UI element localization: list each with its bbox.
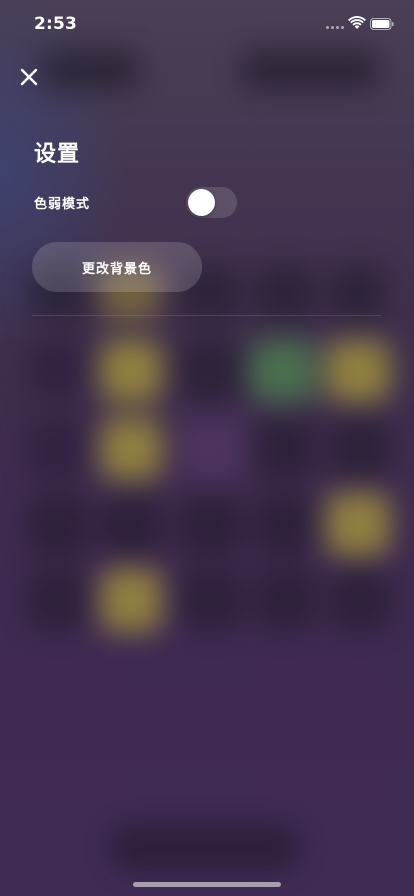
status-bar: 2:53 [0, 0, 414, 48]
blurred-tile [326, 340, 390, 402]
blurred-tile [255, 495, 315, 555]
blurred-header-block [40, 50, 140, 90]
blurred-tile [250, 340, 316, 402]
settings-screen: 2:53 设置 色弱模式 更改背景色 [0, 0, 414, 896]
change-background-label: 更改背景色 [81, 261, 152, 277]
blurred-tile [100, 568, 162, 632]
blurred-tile [100, 495, 162, 555]
home-indicator [133, 882, 281, 887]
cellular-signal-icon [326, 26, 346, 31]
color-weak-mode-toggle[interactable] [186, 187, 237, 218]
battery-icon [370, 18, 394, 30]
blurred-tile [28, 340, 88, 400]
page-title: 设置 [34, 142, 81, 167]
blurred-tile [180, 418, 242, 480]
blurred-tile [255, 265, 315, 320]
close-button[interactable] [16, 64, 42, 90]
blurred-tile [28, 495, 88, 555]
blurred-tile [100, 340, 162, 402]
blurred-tile [330, 570, 390, 630]
toggle-knob [188, 189, 215, 216]
blurred-tile [180, 570, 242, 630]
wifi-icon [348, 16, 366, 29]
blurred-tile [100, 418, 162, 480]
blurred-tile [28, 418, 88, 478]
status-time: 2:53 [34, 14, 78, 34]
blurred-tile [330, 418, 390, 478]
blurred-tile [330, 265, 385, 320]
change-background-button[interactable]: 更改背景色 [32, 242, 202, 292]
divider [32, 315, 382, 316]
blurred-tile [28, 570, 88, 630]
blurred-header-block [240, 50, 380, 90]
close-icon [20, 68, 38, 86]
blurred-tile [180, 340, 242, 402]
blurred-tile [326, 492, 390, 556]
color-weak-mode-label: 色弱模式 [34, 197, 91, 212]
blurred-tile [180, 495, 242, 555]
blurred-tile [255, 570, 315, 630]
blurred-game-board [0, 0, 414, 896]
blurred-tile [255, 418, 315, 478]
blurred-bottom-button [110, 825, 300, 870]
